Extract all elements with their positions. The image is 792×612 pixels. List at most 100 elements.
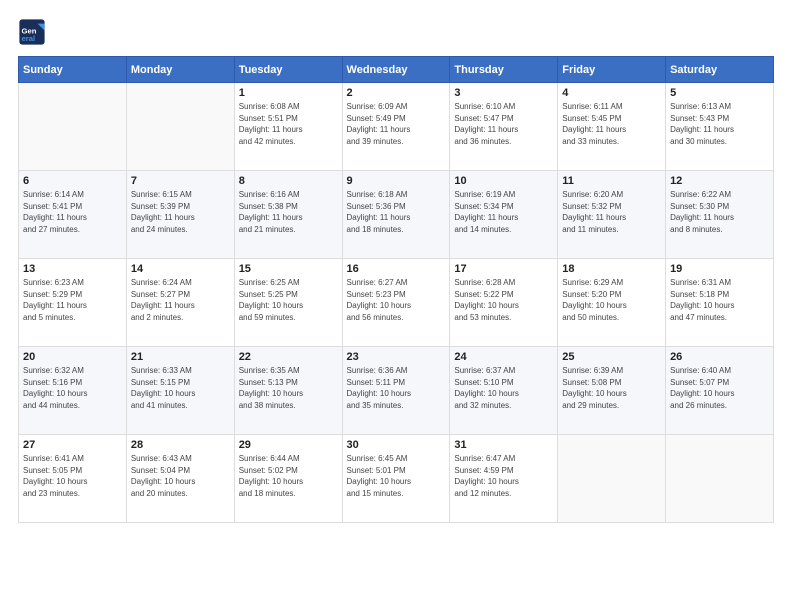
day-info: Sunrise: 6:13 AM Sunset: 5:43 PM Dayligh…: [670, 101, 769, 147]
day-number: 27: [23, 439, 122, 451]
calendar-cell: 30 Sunrise: 6:45 AM Sunset: 5:01 PM Dayli…: [342, 435, 450, 523]
day-number: 22: [239, 351, 338, 363]
day-info: Sunrise: 6:41 AM Sunset: 5:05 PM Dayligh…: [23, 453, 122, 499]
calendar-cell: 19 Sunrise: 6:31 AM Sunset: 5:18 PM Dayli…: [666, 259, 774, 347]
day-info: Sunrise: 6:35 AM Sunset: 5:13 PM Dayligh…: [239, 365, 338, 411]
day-number: 26: [670, 351, 769, 363]
day-number: 10: [454, 175, 553, 187]
calendar-cell: 31Sunrise: 6:47 AM Sunset: 4:59 PM Dayli…: [450, 435, 558, 523]
calendar-header-row: SundayMondayTuesdayWednesdayThursdayFrid…: [19, 57, 774, 83]
day-number: 11: [562, 175, 661, 187]
day-number: 4: [562, 87, 661, 99]
day-number: 17: [454, 263, 553, 275]
week-row-4: 27 Sunrise: 6:41 AM Sunset: 5:05 PM Dayli…: [19, 435, 774, 523]
header-saturday: Saturday: [666, 57, 774, 83]
week-row-3: 20 Sunrise: 6:32 AM Sunset: 5:16 PM Dayli…: [19, 347, 774, 435]
day-number: 5: [670, 87, 769, 99]
day-info: Sunrise: 6:15 AM Sunset: 5:39 PM Dayligh…: [131, 189, 230, 235]
day-number: 18: [562, 263, 661, 275]
calendar-cell: [19, 83, 127, 171]
day-info: Sunrise: 6:28 AM Sunset: 5:22 PM Dayligh…: [454, 277, 553, 323]
day-number: 14: [131, 263, 230, 275]
day-number: 28: [131, 439, 230, 451]
day-number: 8: [239, 175, 338, 187]
calendar-table: SundayMondayTuesdayWednesdayThursdayFrid…: [18, 56, 774, 523]
day-info: Sunrise: 6:10 AM Sunset: 5:47 PM Dayligh…: [454, 101, 553, 147]
calendar-cell: 5 Sunrise: 6:13 AM Sunset: 5:43 PM Daylig…: [666, 83, 774, 171]
day-info: Sunrise: 6:37 AM Sunset: 5:10 PM Dayligh…: [454, 365, 553, 411]
day-number: 24: [454, 351, 553, 363]
calendar-cell: 22 Sunrise: 6:35 AM Sunset: 5:13 PM Dayli…: [234, 347, 342, 435]
day-info: Sunrise: 6:45 AM Sunset: 5:01 PM Dayligh…: [347, 453, 446, 499]
logo: Gen eral: [18, 18, 50, 46]
calendar-cell: [666, 435, 774, 523]
svg-text:eral: eral: [22, 34, 36, 43]
calendar-cell: 14 Sunrise: 6:24 AM Sunset: 5:27 PM Dayli…: [126, 259, 234, 347]
calendar-cell: 20 Sunrise: 6:32 AM Sunset: 5:16 PM Dayli…: [19, 347, 127, 435]
calendar-cell: 10 Sunrise: 6:19 AM Sunset: 5:34 PM Dayli…: [450, 171, 558, 259]
day-number: 30: [347, 439, 446, 451]
day-info: Sunrise: 6:33 AM Sunset: 5:15 PM Dayligh…: [131, 365, 230, 411]
day-info: Sunrise: 6:09 AM Sunset: 5:49 PM Dayligh…: [347, 101, 446, 147]
calendar-cell: 9Sunrise: 6:18 AM Sunset: 5:36 PM Daylig…: [342, 171, 450, 259]
week-row-1: 6Sunrise: 6:14 AM Sunset: 5:41 PM Daylig…: [19, 171, 774, 259]
calendar-cell: 23 Sunrise: 6:36 AM Sunset: 5:11 PM Dayli…: [342, 347, 450, 435]
calendar-cell: [126, 83, 234, 171]
header-thursday: Thursday: [450, 57, 558, 83]
header-sunday: Sunday: [19, 57, 127, 83]
day-info: Sunrise: 6:36 AM Sunset: 5:11 PM Dayligh…: [347, 365, 446, 411]
calendar-cell: 28 Sunrise: 6:43 AM Sunset: 5:04 PM Dayli…: [126, 435, 234, 523]
day-number: 16: [347, 263, 446, 275]
day-info: Sunrise: 6:23 AM Sunset: 5:29 PM Dayligh…: [23, 277, 122, 323]
calendar-cell: 17 Sunrise: 6:28 AM Sunset: 5:22 PM Dayli…: [450, 259, 558, 347]
day-info: Sunrise: 6:43 AM Sunset: 5:04 PM Dayligh…: [131, 453, 230, 499]
day-info: Sunrise: 6:19 AM Sunset: 5:34 PM Dayligh…: [454, 189, 553, 235]
day-info: Sunrise: 6:39 AM Sunset: 5:08 PM Dayligh…: [562, 365, 661, 411]
day-number: 7: [131, 175, 230, 187]
day-number: 3: [454, 87, 553, 99]
day-number: 15: [239, 263, 338, 275]
day-number: 19: [670, 263, 769, 275]
calendar-cell: 27 Sunrise: 6:41 AM Sunset: 5:05 PM Dayli…: [19, 435, 127, 523]
calendar-cell: 26 Sunrise: 6:40 AM Sunset: 5:07 PM Dayli…: [666, 347, 774, 435]
header-friday: Friday: [558, 57, 666, 83]
day-info: Sunrise: 6:20 AM Sunset: 5:32 PM Dayligh…: [562, 189, 661, 235]
day-info: Sunrise: 6:44 AM Sunset: 5:02 PM Dayligh…: [239, 453, 338, 499]
calendar-cell: 7 Sunrise: 6:15 AM Sunset: 5:39 PM Daylig…: [126, 171, 234, 259]
day-number: 2: [347, 87, 446, 99]
calendar-cell: 25 Sunrise: 6:39 AM Sunset: 5:08 PM Dayli…: [558, 347, 666, 435]
day-info: Sunrise: 6:31 AM Sunset: 5:18 PM Dayligh…: [670, 277, 769, 323]
day-number: 21: [131, 351, 230, 363]
calendar-cell: 6Sunrise: 6:14 AM Sunset: 5:41 PM Daylig…: [19, 171, 127, 259]
day-number: 13: [23, 263, 122, 275]
day-info: Sunrise: 6:32 AM Sunset: 5:16 PM Dayligh…: [23, 365, 122, 411]
day-number: 20: [23, 351, 122, 363]
day-info: Sunrise: 6:27 AM Sunset: 5:23 PM Dayligh…: [347, 277, 446, 323]
header-monday: Monday: [126, 57, 234, 83]
day-number: 12: [670, 175, 769, 187]
day-info: Sunrise: 6:18 AM Sunset: 5:36 PM Dayligh…: [347, 189, 446, 235]
day-number: 1: [239, 87, 338, 99]
header: Gen eral: [18, 18, 774, 46]
logo-icon: Gen eral: [18, 18, 46, 46]
calendar-cell: 21 Sunrise: 6:33 AM Sunset: 5:15 PM Dayli…: [126, 347, 234, 435]
page: Gen eral SundayMondayTuesdayWednesdayThu…: [0, 0, 792, 612]
day-number: 29: [239, 439, 338, 451]
calendar-cell: 4 Sunrise: 6:11 AM Sunset: 5:45 PM Daylig…: [558, 83, 666, 171]
header-wednesday: Wednesday: [342, 57, 450, 83]
calendar-cell: 15Sunrise: 6:25 AM Sunset: 5:25 PM Dayli…: [234, 259, 342, 347]
day-info: Sunrise: 6:16 AM Sunset: 5:38 PM Dayligh…: [239, 189, 338, 235]
calendar-cell: 13 Sunrise: 6:23 AM Sunset: 5:29 PM Dayli…: [19, 259, 127, 347]
day-info: Sunrise: 6:24 AM Sunset: 5:27 PM Dayligh…: [131, 277, 230, 323]
calendar-cell: 29 Sunrise: 6:44 AM Sunset: 5:02 PM Dayli…: [234, 435, 342, 523]
calendar-cell: 18 Sunrise: 6:29 AM Sunset: 5:20 PM Dayli…: [558, 259, 666, 347]
day-number: 23: [347, 351, 446, 363]
calendar-cell: 2 Sunrise: 6:09 AM Sunset: 5:49 PM Daylig…: [342, 83, 450, 171]
day-info: Sunrise: 6:40 AM Sunset: 5:07 PM Dayligh…: [670, 365, 769, 411]
day-number: 31: [454, 439, 553, 451]
day-info: Sunrise: 6:11 AM Sunset: 5:45 PM Dayligh…: [562, 101, 661, 147]
day-info: Sunrise: 6:29 AM Sunset: 5:20 PM Dayligh…: [562, 277, 661, 323]
calendar-cell: 12Sunrise: 6:22 AM Sunset: 5:30 PM Dayli…: [666, 171, 774, 259]
day-number: 25: [562, 351, 661, 363]
calendar-cell: 24 Sunrise: 6:37 AM Sunset: 5:10 PM Dayli…: [450, 347, 558, 435]
